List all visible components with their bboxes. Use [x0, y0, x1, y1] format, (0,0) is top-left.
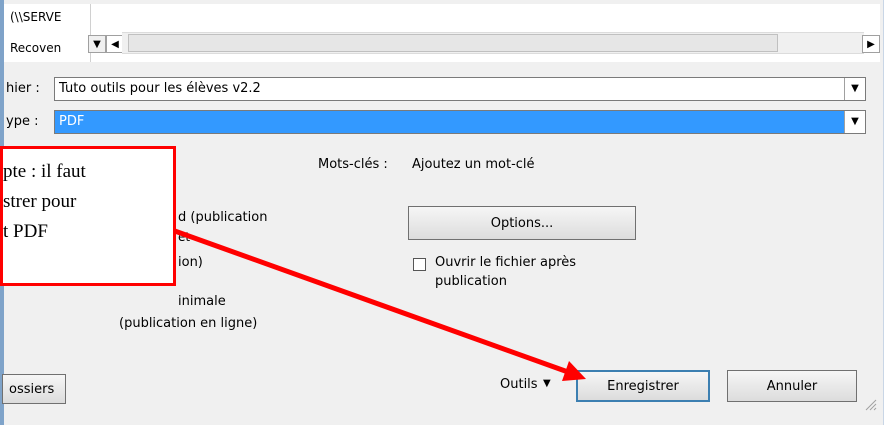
- option-minimal-text-1[interactable]: inimale: [178, 294, 226, 309]
- callout-line-1: pte : il faut: [3, 161, 86, 182]
- option-standard-text-1[interactable]: d (publication: [178, 210, 267, 225]
- filetype-value: PDF: [59, 114, 85, 129]
- tools-menu[interactable]: Outils: [500, 377, 538, 392]
- save-button[interactable]: Enregistrer: [576, 370, 710, 402]
- open-after-publish-label-1[interactable]: Ouvrir le fichier après: [435, 255, 576, 270]
- hide-folders-button[interactable]: ossiers: [2, 374, 66, 404]
- horizontal-scrollbar-thumb[interactable]: [128, 34, 778, 52]
- resize-grip-icon[interactable]: [862, 396, 878, 412]
- triangle-right-icon: ▶: [867, 38, 875, 50]
- option-standard-text-3[interactable]: ion): [178, 255, 203, 270]
- window-right-margin: [884, 0, 894, 425]
- open-after-publish-checkbox[interactable]: [413, 258, 426, 271]
- chevron-down-icon[interactable]: ▼: [844, 78, 865, 100]
- recovery-folder-text[interactable]: Recoven: [10, 41, 88, 55]
- keywords-input[interactable]: Ajoutez un mot-clé: [412, 157, 535, 172]
- filetype-combobox[interactable]: PDF ▼: [54, 110, 866, 134]
- option-minimal-text-2[interactable]: (publication en ligne): [119, 316, 257, 331]
- dropdown-arrow-button[interactable]: ▼: [88, 35, 106, 53]
- filename-value: Tuto outils pour les élèves v2.2: [59, 81, 261, 96]
- cancel-button[interactable]: Annuler: [727, 370, 857, 402]
- chevron-down-icon[interactable]: ▼: [844, 111, 865, 133]
- column-divider: [90, 4, 91, 62]
- option-standard-text-2[interactable]: et: [178, 230, 190, 244]
- callout-line-3: t PDF: [3, 221, 48, 242]
- server-path-text: (\\SERVE: [10, 10, 62, 24]
- scroll-right-button[interactable]: ▶: [862, 35, 880, 53]
- keywords-label: Mots-clés :: [318, 157, 388, 172]
- filename-combobox[interactable]: Tuto outils pour les élèves v2.2 ▼: [54, 77, 866, 101]
- filetype-label: ype :: [6, 114, 39, 129]
- filename-label: hier :: [6, 81, 40, 96]
- annotation-callout: pte : il faut strer pour t PDF: [0, 146, 176, 286]
- triangle-down-icon[interactable]: ▼: [543, 378, 551, 389]
- callout-line-2: strer pour: [3, 191, 77, 212]
- triangle-down-icon: ▼: [93, 38, 101, 50]
- options-button[interactable]: Options...: [408, 206, 636, 240]
- open-after-publish-label-2[interactable]: publication: [435, 274, 507, 289]
- triangle-left-icon: ◀: [111, 38, 119, 50]
